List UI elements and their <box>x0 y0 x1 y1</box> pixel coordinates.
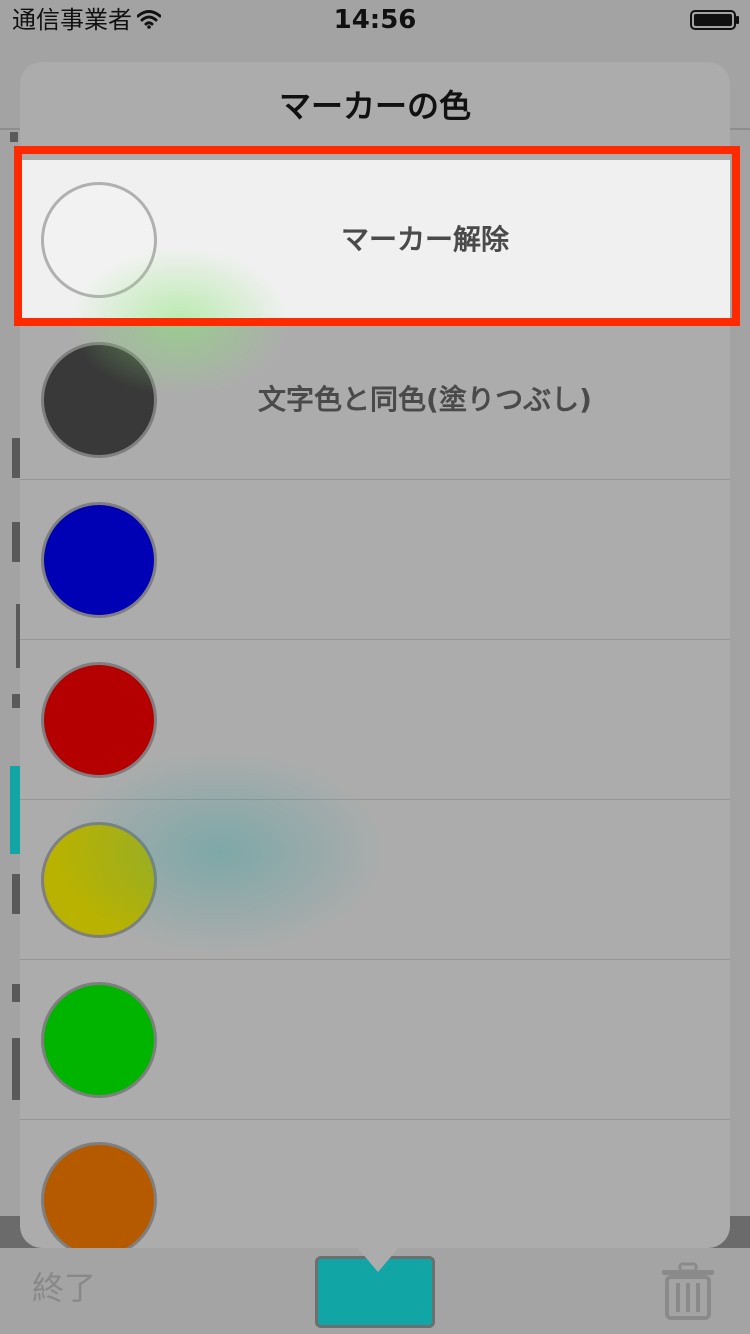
color-option-label <box>160 640 690 800</box>
color-option-label: マーカー解除 <box>340 223 509 256</box>
battery-icon <box>690 10 739 30</box>
color-option-row[interactable]: 文字色と同色(塗りつぶし) <box>20 320 730 480</box>
color-option-label <box>160 800 690 960</box>
background-text-fragment <box>12 694 20 708</box>
status-bar: 通信事業者 14:56 <box>0 0 750 40</box>
color-option-row[interactable] <box>20 1120 730 1248</box>
background-text-fragment <box>10 132 18 142</box>
color-swatch <box>41 342 157 458</box>
background-text-fragment <box>12 522 20 562</box>
color-option-label <box>160 960 690 1120</box>
color-swatch <box>41 1142 157 1248</box>
color-option-row[interactable] <box>20 800 730 960</box>
marker-color-popover: マーカーの色 マーカー解除文字色と同色(塗りつぶし) <box>20 62 730 1248</box>
background-text-fragment <box>12 874 20 914</box>
color-option-label <box>160 1120 690 1248</box>
popover-arrow <box>356 1246 400 1272</box>
color-option-row[interactable] <box>20 480 730 640</box>
background-text-fragment <box>12 1038 20 1100</box>
color-swatch <box>41 662 157 778</box>
color-swatch <box>41 182 157 298</box>
color-option-label: 文字色と同色(塗りつぶし) <box>258 383 592 416</box>
color-option-label <box>160 480 690 640</box>
color-option-row[interactable] <box>20 640 730 800</box>
background-text-fragment <box>12 438 20 478</box>
done-button[interactable]: 終了 <box>32 1268 96 1308</box>
color-swatch <box>41 502 157 618</box>
status-time: 14:56 <box>333 5 417 35</box>
color-option-row[interactable]: マーカー解除 <box>20 160 730 320</box>
color-option-list: マーカー解除文字色と同色(塗りつぶし) <box>20 160 730 1248</box>
trash-icon[interactable] <box>660 1262 716 1320</box>
background-text-fragment <box>12 984 20 1002</box>
color-option-row[interactable] <box>20 960 730 1120</box>
color-swatch <box>41 822 157 938</box>
color-swatch <box>41 982 157 1098</box>
popover-title: マーカーの色 <box>278 87 471 125</box>
